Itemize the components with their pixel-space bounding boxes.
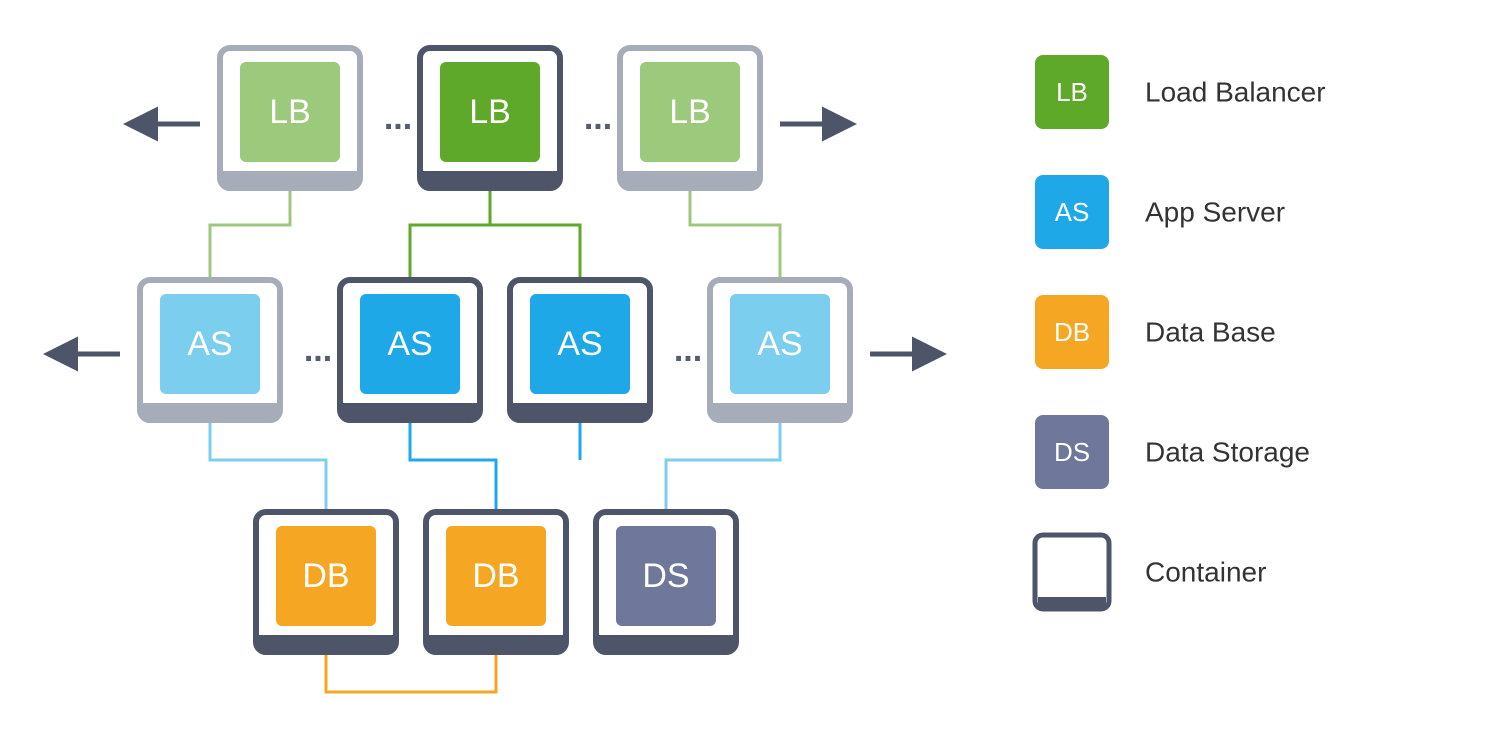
legend-text: Data Storage <box>1145 436 1310 467</box>
node-as3: AS <box>510 280 650 420</box>
service-label: AS <box>557 325 602 363</box>
node-lb2: LB <box>420 48 560 188</box>
container-base <box>259 635 393 649</box>
container-base <box>423 171 557 185</box>
service-label: LB <box>669 93 711 131</box>
container-base <box>513 403 647 417</box>
legend-text: Load Balancer <box>1145 76 1326 107</box>
service-label: LB <box>469 93 511 131</box>
container-base <box>623 171 757 185</box>
legend-swatch-label: DS <box>1054 437 1090 467</box>
service-label: AS <box>387 325 432 363</box>
legend-item-ds: DS Data Storage <box>1035 415 1310 489</box>
legend-swatch-label: DB <box>1054 317 1090 347</box>
ellipsis-0: ... <box>384 99 412 137</box>
connector-2 <box>410 190 490 280</box>
node-as1: AS <box>140 280 280 420</box>
legend-swatch-label: LB <box>1056 77 1088 107</box>
legend-text: Data Base <box>1145 316 1276 347</box>
legend-swatch-label: AS <box>1055 197 1090 227</box>
node-lb1: LB <box>220 48 360 188</box>
diagram-root: LB LB LB AS AS AS AS DB DB DS............ LB Load B… <box>0 0 1494 734</box>
node-as4: AS <box>710 280 850 420</box>
service-label: DS <box>642 557 689 595</box>
legend-item-as: AS App Server <box>1035 175 1285 249</box>
legend: LB Load Balancer AS App Server DB Data Base DS… <box>1035 55 1326 609</box>
service-label: LB <box>269 93 311 131</box>
node-lb3: LB <box>620 48 760 188</box>
legend-item-container: Container <box>1035 535 1266 609</box>
container-base <box>713 403 847 417</box>
container-base <box>599 635 733 649</box>
container-base <box>343 403 477 417</box>
connector-3 <box>490 190 580 280</box>
ellipsis-2: ... <box>304 331 332 369</box>
service-label: AS <box>187 325 232 363</box>
legend-item-lb: LB Load Balancer <box>1035 55 1326 129</box>
container-base <box>429 635 563 649</box>
connector-8 <box>326 654 496 692</box>
legend-item-db: DB Data Base <box>1035 295 1276 369</box>
container-base <box>143 403 277 417</box>
connector-6 <box>410 422 496 512</box>
connector-1 <box>690 190 780 280</box>
node-ds1: DS <box>596 512 736 652</box>
node-db2: DB <box>426 512 566 652</box>
node-as2: AS <box>340 280 480 420</box>
connector-5 <box>666 422 780 512</box>
service-label: DB <box>302 557 349 595</box>
connector-4 <box>210 422 326 512</box>
connector-0 <box>210 190 290 280</box>
nodes-layer: LB LB LB AS AS AS AS DB DB DS............ <box>140 48 850 652</box>
container-base <box>223 171 357 185</box>
legend-swatch-base <box>1038 597 1106 607</box>
node-db1: DB <box>256 512 396 652</box>
ellipsis-3: ... <box>674 331 702 369</box>
legend-text: Container <box>1145 556 1266 587</box>
ellipsis-1: ... <box>584 99 612 137</box>
service-label: DB <box>472 557 519 595</box>
legend-text: App Server <box>1145 196 1285 227</box>
service-label: AS <box>757 325 802 363</box>
